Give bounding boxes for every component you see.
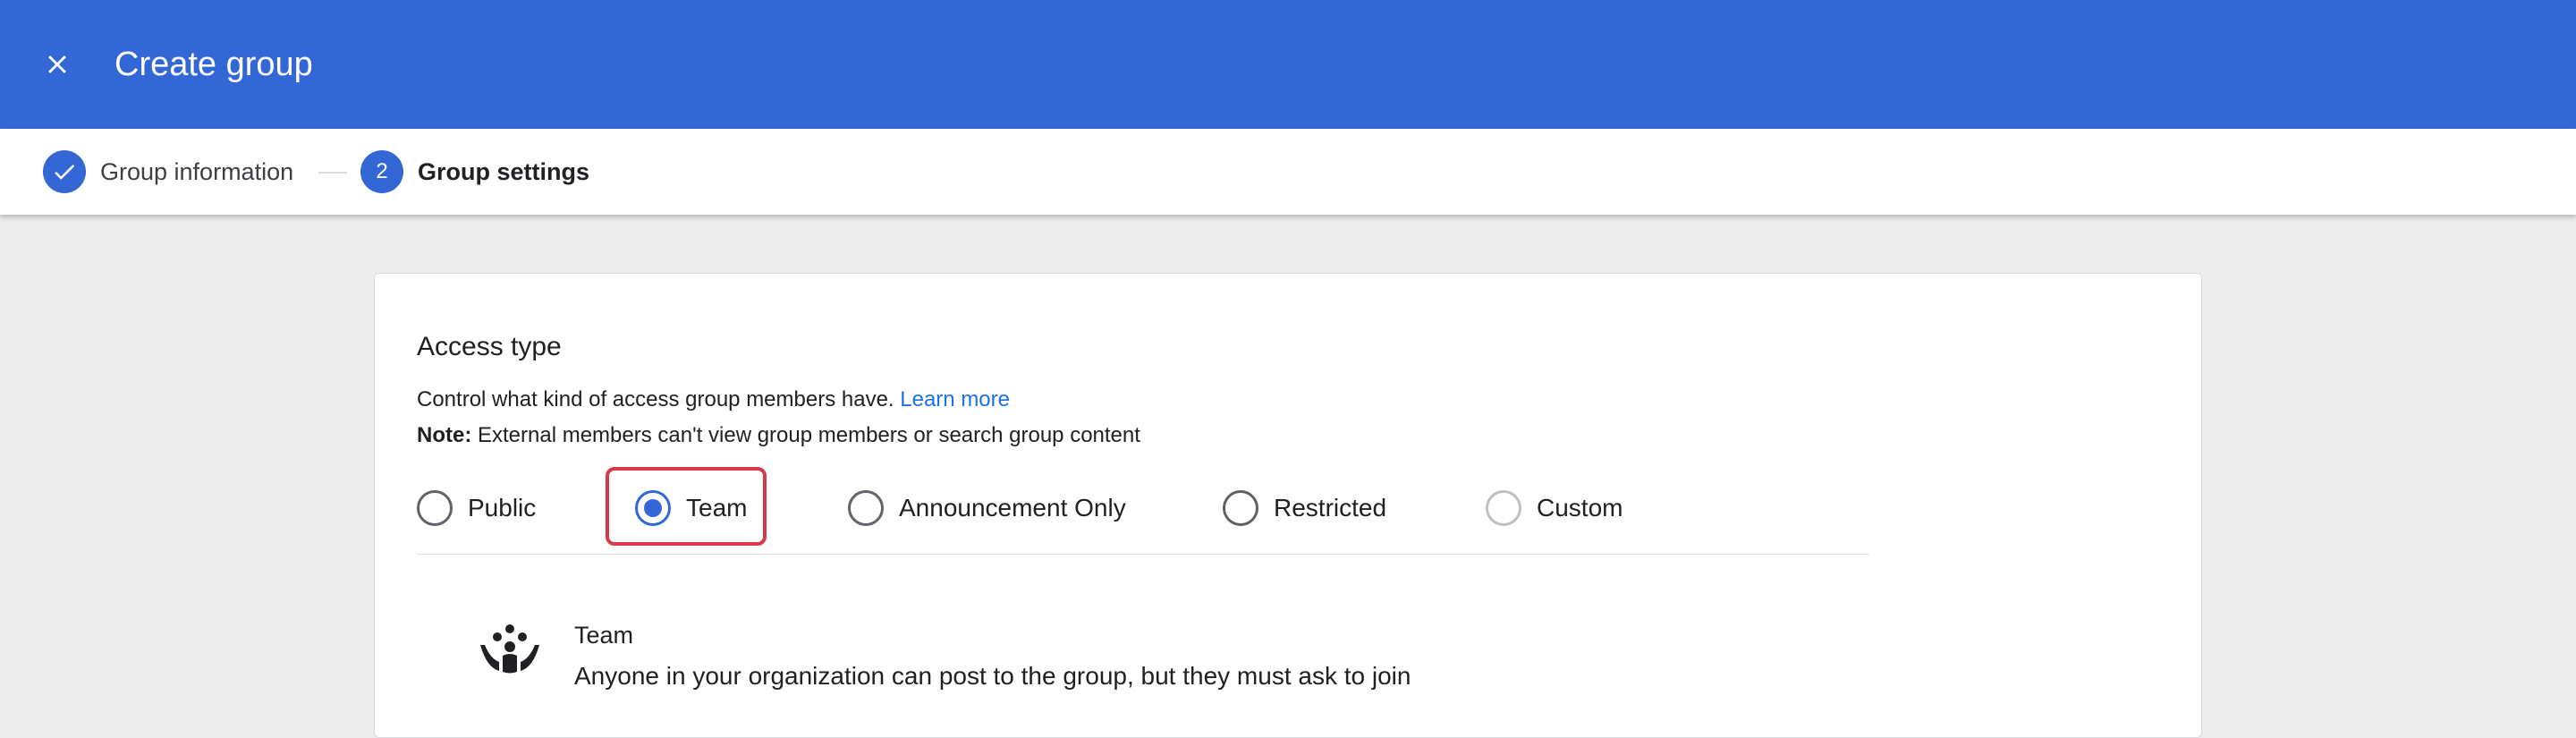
note-text: External members can't view group member… <box>478 423 1140 447</box>
radio-label-custom[interactable]: Custom <box>1537 492 1623 524</box>
radio-restricted[interactable] <box>1223 490 1258 526</box>
radio-option-public[interactable]: Public <box>417 481 536 535</box>
access-type-card: Access type Control what kind of access … <box>374 273 2202 738</box>
app-bar: Create group <box>0 0 2576 129</box>
radio-team[interactable] <box>635 490 671 526</box>
step-2-label: Group settings <box>418 158 590 185</box>
check-icon <box>55 164 75 180</box>
close-button[interactable] <box>32 39 82 89</box>
radio-label-team[interactable]: Team <box>686 492 747 524</box>
step-connector <box>318 172 347 174</box>
radio-option-announcement-only[interactable]: Announcement Only <box>848 481 1126 535</box>
access-type-description: Control what kind of access group member… <box>417 385 1010 415</box>
radio-announcement-only[interactable] <box>848 490 884 526</box>
team-people-icon <box>480 624 539 674</box>
step-1-label[interactable]: Group information <box>100 156 293 188</box>
step-1-completed-marker[interactable] <box>43 150 86 193</box>
close-icon <box>48 55 66 73</box>
radio-option-restricted[interactable]: Restricted <box>1223 481 1386 535</box>
step-2-number: 2 <box>360 150 403 193</box>
options-divider <box>417 554 1869 555</box>
access-type-title: Access type <box>417 332 562 361</box>
stepper: Group information 2 Group settings <box>0 129 2576 215</box>
learn-more-link[interactable]: Learn more <box>900 387 1010 411</box>
radio-label-announcement-only[interactable]: Announcement Only <box>899 492 1126 524</box>
radio-option-team[interactable]: Team <box>635 481 747 535</box>
note-label: Note: <box>417 423 472 447</box>
access-note: Note: External members can't view group … <box>417 420 1140 451</box>
access-description-text: Control what kind of access group member… <box>417 387 894 411</box>
radio-label-public[interactable]: Public <box>468 492 536 524</box>
radio-label-restricted[interactable]: Restricted <box>1274 492 1386 524</box>
page-title: Create group <box>114 46 313 83</box>
radio-option-custom[interactable]: Custom <box>1486 481 1623 535</box>
radio-custom[interactable] <box>1486 490 1521 526</box>
selected-access-description: Anyone in your organization can post to … <box>574 662 1411 690</box>
selected-access-title: Team <box>574 622 634 649</box>
radio-public[interactable] <box>417 490 453 526</box>
